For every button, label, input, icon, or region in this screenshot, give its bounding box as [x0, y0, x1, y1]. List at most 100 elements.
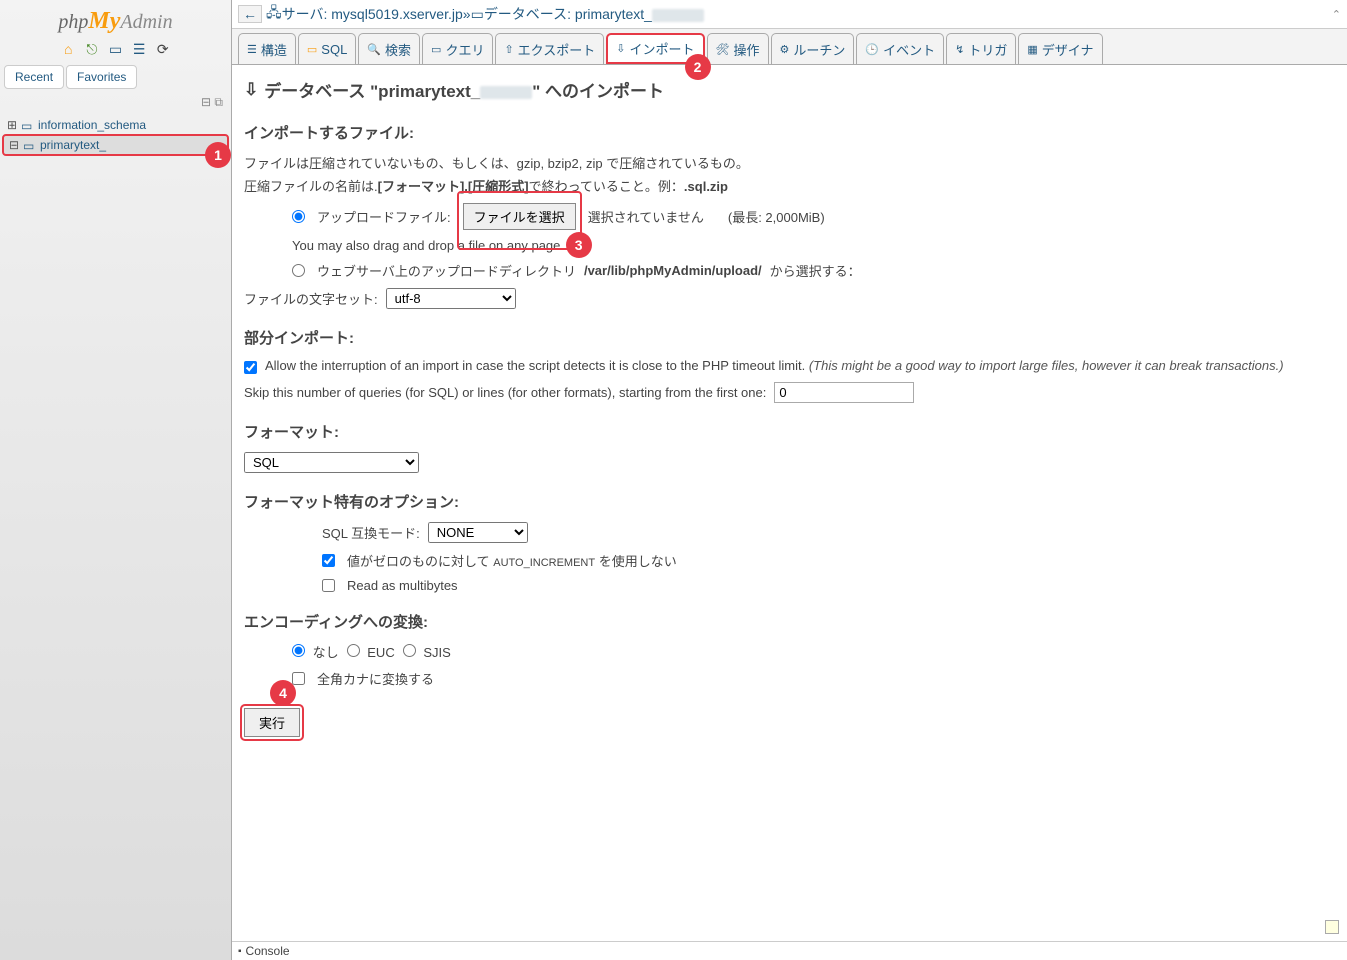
webdir-radio[interactable] — [292, 264, 305, 277]
tab-events[interactable]: 🕒イベント — [856, 33, 944, 64]
sql-compat-row: SQL 互換モード: NONE — [322, 522, 1335, 543]
designer-icon: ▦ — [1027, 43, 1037, 56]
autoinc-row: 値がゼロのものに対して AUTO_INCREMENT を使用しない — [322, 551, 1335, 570]
allow-int-note: (This might be a good way to import larg… — [809, 358, 1284, 373]
charset-row: ファイルの文字セット: utf-8 — [244, 288, 1335, 309]
collapse-icon[interactable]: ⊟ — [8, 138, 20, 152]
back-button[interactable]: ← — [238, 5, 262, 23]
tab-operations[interactable]: 🛠 操作 — [707, 33, 769, 64]
enc-sjis-radio[interactable] — [403, 644, 416, 657]
enc-euc-radio[interactable] — [347, 644, 360, 657]
sidebar-quick-icons: ⌂ ⎋ ▭ ☰ ⟳ — [0, 37, 231, 61]
sql-compat-select[interactable]: NONE — [428, 522, 528, 543]
section-encoding: エンコーディングへの変換: — [244, 611, 1335, 632]
allow-interrupt-row: Allow the interruption of an import in c… — [244, 358, 1335, 374]
tab-routines[interactable]: ⚙ルーチン — [771, 33, 855, 64]
autoinc-checkbox[interactable] — [322, 554, 335, 567]
enc-none-radio[interactable] — [292, 644, 305, 657]
file-max: (最長: 2,000MiB) — [728, 207, 825, 226]
docs-icon[interactable]: ▭ — [108, 41, 124, 57]
redacted — [652, 9, 704, 22]
help-compression: ファイルは圧縮されていないもの、もしくは、gzip, bzip2, zip で圧… — [244, 153, 1335, 172]
readmulti-label: Read as multibytes — [347, 578, 458, 593]
readmulti-checkbox[interactable] — [322, 579, 335, 592]
choose-file-button[interactable]: ファイルを選択 — [463, 203, 576, 230]
tab-import[interactable]: ⇩インポート 2 — [606, 33, 704, 64]
enc-label: EUC — [367, 645, 394, 660]
webdir-row: ウェブサーバ上のアップロードディレクトリ /var/lib/phpMyAdmin… — [292, 261, 1335, 280]
encoding-row: なし EUC SJIS — [292, 642, 1335, 661]
tab-label: トリガ — [968, 40, 1007, 59]
tab-label: 操作 — [734, 40, 760, 59]
console-label: Console — [246, 944, 290, 958]
section-format: フォーマット: — [244, 421, 1335, 442]
hint-icon[interactable] — [1325, 920, 1339, 934]
file-none-text: 選択されていません — [588, 207, 704, 226]
tab-export[interactable]: ⇧エクスポート — [495, 33, 604, 64]
logo-php: php — [58, 11, 88, 33]
export-icon: ⇧ — [504, 43, 513, 56]
tab-sql[interactable]: ▭SQL — [298, 33, 356, 64]
reload-icon[interactable]: ⟳ — [155, 41, 171, 57]
tab-structure[interactable]: ☰構造 — [238, 33, 296, 64]
sidebar-tools: ⊟ ⧉ — [0, 93, 231, 112]
recent-tab[interactable]: Recent — [4, 65, 64, 89]
help-text: 圧縮ファイルの名前は. — [244, 179, 378, 194]
db-tree-item-selected[interactable]: ⊟ ▭ primarytext_ — [2, 134, 229, 156]
operations-icon: 🛠 — [716, 43, 730, 56]
logo[interactable]: phpMyAdmin — [0, 0, 231, 37]
db-link[interactable]: データベース: primarytext_ — [484, 4, 704, 24]
logo-my: My — [88, 8, 120, 34]
routines-icon: ⚙ — [780, 43, 790, 56]
expand-icon[interactable]: ⊞ — [6, 118, 18, 132]
favorites-tab[interactable]: Favorites — [66, 65, 137, 89]
settings-icon[interactable]: ☰ — [131, 41, 147, 57]
webdir-post: から選択する： — [770, 261, 861, 280]
tab-search[interactable]: 🔍検索 — [358, 33, 420, 64]
collapse-icon[interactable]: ⊟ — [201, 95, 211, 109]
server-link[interactable]: サーバ: mysql5019.xserver.jp — [282, 4, 463, 24]
server-icon: 🖧 — [266, 2, 282, 26]
breadcrumb: ← 🖧 サーバ: mysql5019.xserver.jp » ▭ データベース… — [232, 0, 1347, 29]
console-icon: ▪ — [238, 946, 242, 957]
link-icon[interactable]: ⧉ — [214, 95, 223, 109]
section-partial: 部分インポート: — [244, 327, 1335, 348]
format-select[interactable]: SQL — [244, 452, 419, 473]
autoinc-text: を使用しない — [595, 554, 677, 569]
home-icon[interactable]: ⌂ — [60, 41, 76, 57]
skip-row: Skip this number of queries (for SQL) or… — [244, 382, 1335, 403]
events-icon: 🕒 — [865, 43, 879, 56]
tab-triggers[interactable]: ↯ トリガ — [946, 33, 1016, 64]
enc-sjis-option[interactable]: SJIS — [403, 644, 451, 660]
skip-input[interactable] — [774, 382, 914, 403]
breadcrumb-sep: » — [463, 6, 471, 22]
page-title: ⇩ データベース "primarytext_" へのインポート — [244, 77, 1335, 102]
enc-label: なし — [313, 645, 339, 660]
section-import-file: インポートするファイル: — [244, 122, 1335, 143]
enc-euc-option[interactable]: EUC — [347, 644, 395, 660]
zenkaku-checkbox[interactable] — [292, 672, 305, 685]
tab-label: ルーチン — [793, 40, 845, 59]
allow-interrupt-checkbox[interactable] — [244, 361, 257, 374]
autoinc-text: 値がゼロのものに対して — [347, 554, 493, 569]
help-filename: 圧縮ファイルの名前は.[フォーマット].[圧縮形式]で終わっていること。例：.s… — [244, 176, 1335, 195]
logout-icon[interactable]: ⎋ — [84, 41, 100, 57]
triggers-icon: ↯ — [955, 43, 964, 56]
content: ⇩ データベース "primarytext_" へのインポート インポートするフ… — [232, 65, 1347, 960]
webdir-label: ウェブサーバ上のアップロードディレクトリ — [317, 261, 576, 280]
upload-radio[interactable] — [292, 210, 305, 223]
enc-none-option[interactable]: なし — [292, 642, 339, 661]
annotation-badge-4: 4 — [270, 680, 296, 706]
console-bar[interactable]: ▪ Console — [232, 941, 1347, 960]
database-icon: ▭ — [23, 139, 37, 151]
charset-select[interactable]: utf-8 — [386, 288, 516, 309]
db-tree-item[interactable]: ⊞ ▭ information_schema — [2, 116, 229, 134]
sidebar-tabs: Recent Favorites — [0, 61, 231, 93]
charset-label: ファイルの文字セット: — [244, 289, 378, 308]
sql-icon: ▭ — [307, 43, 317, 56]
collapse-panel-icon[interactable]: ⌃ — [1332, 8, 1341, 21]
tab-designer[interactable]: ▦デザイナ — [1018, 33, 1102, 64]
sidebar: phpMyAdmin ⌂ ⎋ ▭ ☰ ⟳ Recent Favorites ⊟ … — [0, 0, 232, 960]
tab-query[interactable]: ▭クエリ — [422, 33, 493, 64]
submit-button[interactable]: 実行 — [244, 708, 300, 737]
